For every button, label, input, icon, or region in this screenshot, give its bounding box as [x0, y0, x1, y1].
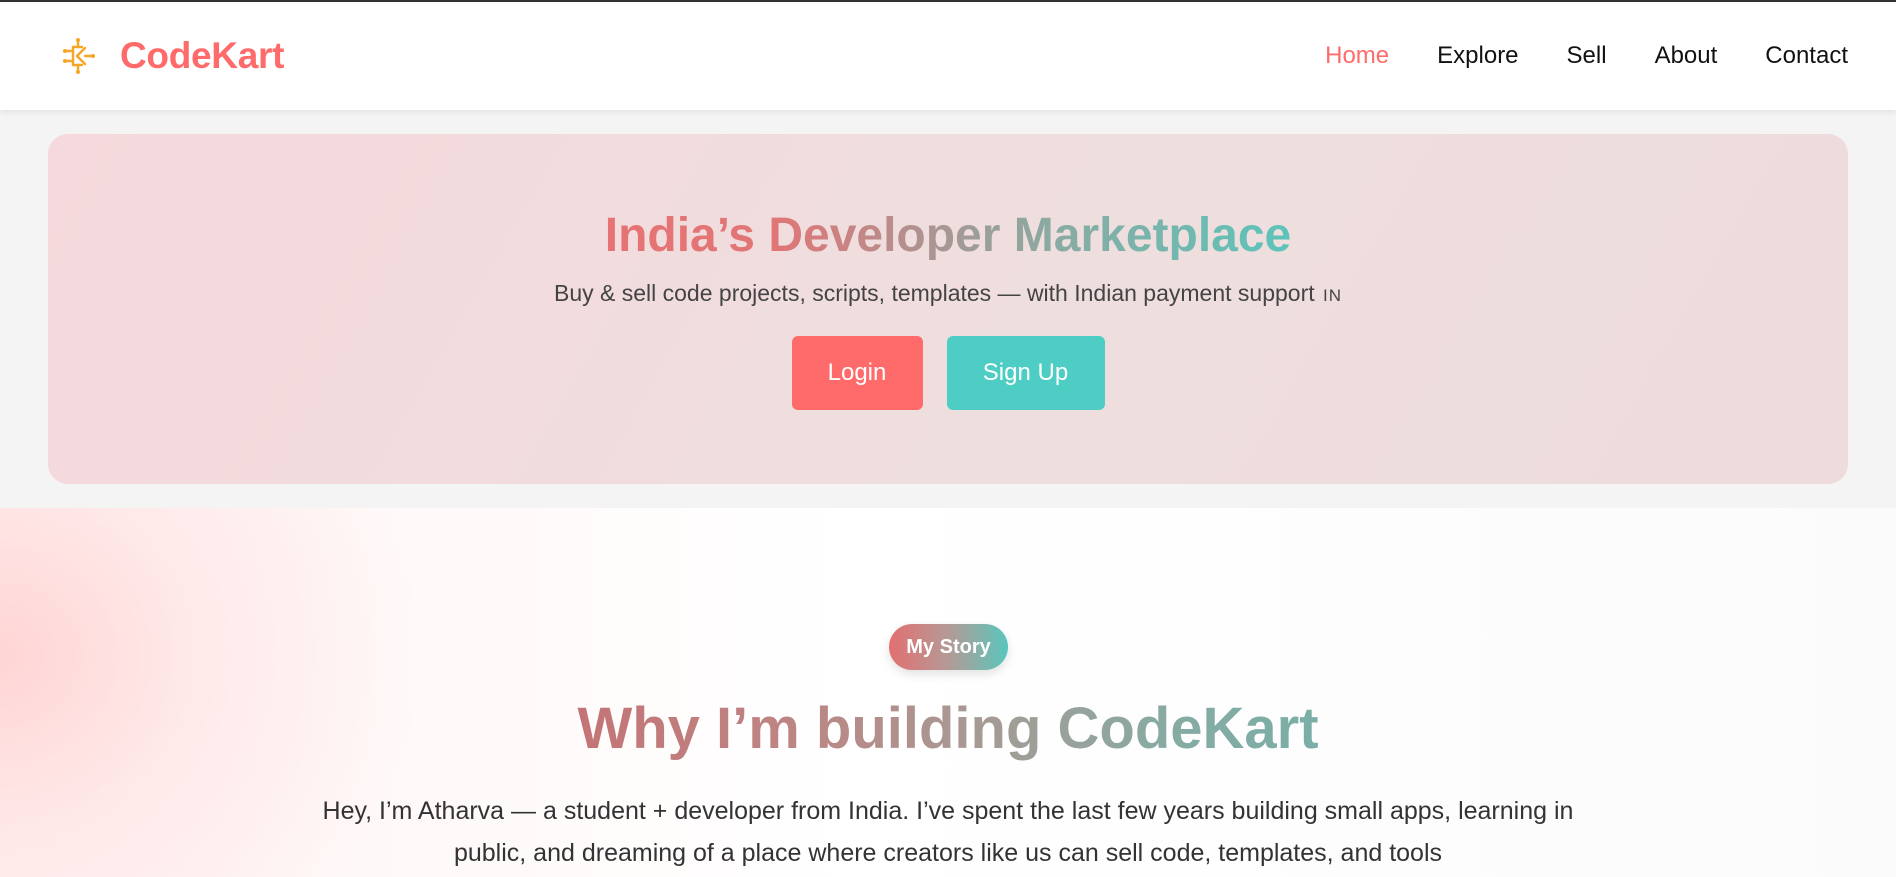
hero-title: India’s Developer Marketplace — [605, 134, 1292, 260]
india-flag-icon: IN — [1323, 286, 1343, 305]
story-badge: My Story — [889, 624, 1008, 670]
nav-sell[interactable]: Sell — [1567, 42, 1607, 70]
nav-about[interactable]: About — [1655, 42, 1718, 70]
story-section: My Story Why I’m building CodeKart Hey, … — [0, 508, 1896, 877]
login-button[interactable]: Login — [791, 336, 923, 410]
hero-subtitle-text: Buy & sell code projects, scripts, templ… — [553, 280, 1315, 306]
main-nav: Home Explore Sell About Contact — [1325, 42, 1848, 70]
story-text: Hey, I’m Atharva — a student + developer… — [322, 797, 1574, 867]
signup-button[interactable]: Sign Up — [946, 336, 1105, 410]
story-title: Why I’m building CodeKart — [0, 700, 1896, 758]
nav-contact[interactable]: Contact — [1765, 42, 1848, 70]
nav-explore[interactable]: Explore — [1437, 42, 1518, 70]
hero-banner: India’s Developer Marketplace Buy & sell… — [48, 134, 1848, 484]
story-title-text: Why I’m building CodeKart — [577, 696, 1319, 761]
hero-buttons: Login Sign Up — [48, 336, 1848, 410]
brand-name: CodeKart — [120, 35, 285, 76]
hero-subtitle: Buy & sell code projects, scripts, templ… — [48, 280, 1848, 307]
nav-home[interactable]: Home — [1325, 42, 1389, 70]
brand-logo-link[interactable]: CodeKart — [58, 35, 284, 77]
circuit-ck-logo-icon — [63, 38, 95, 74]
navbar: CodeKart Home Explore Sell About Contact — [0, 2, 1896, 110]
